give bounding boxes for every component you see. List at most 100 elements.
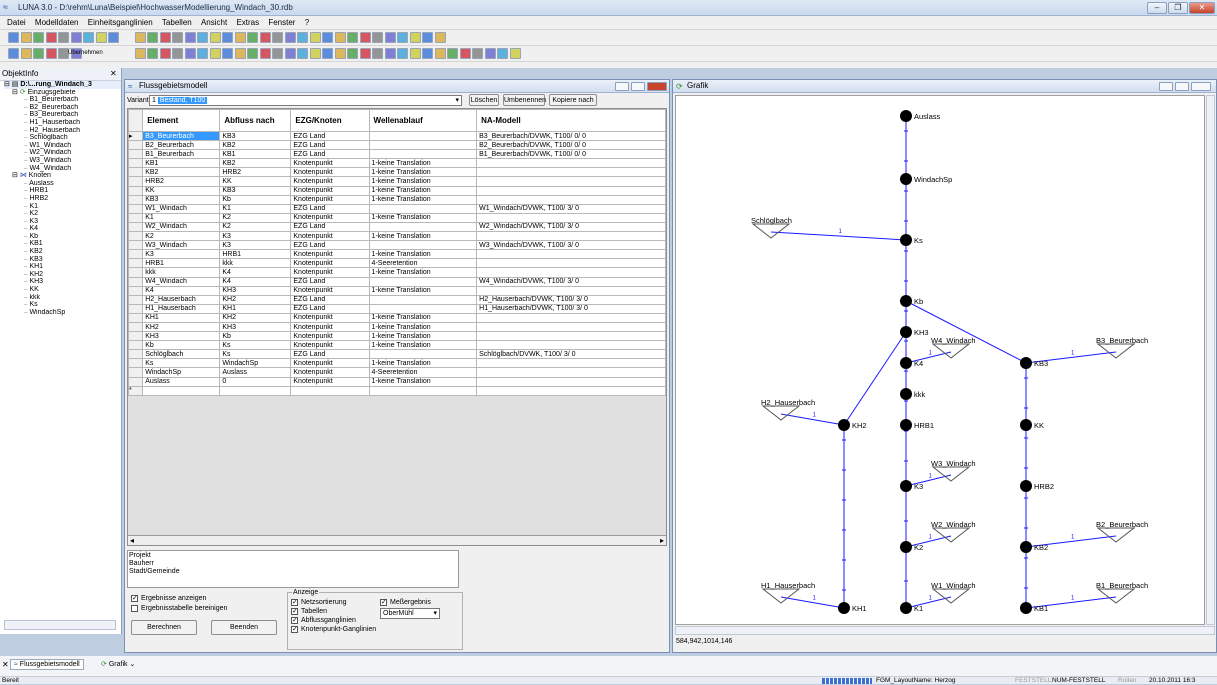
toolbar-tool-icon[interactable] — [384, 32, 396, 43]
grafik-hscrollbar[interactable] — [675, 626, 1215, 635]
table-cell[interactable]: K2 — [219, 212, 292, 223]
table-row[interactable]: W1_Windach K1 EZG Land W1_Windach/DVWK, T10… — [128, 203, 666, 214]
tree-group-einzugsgebiete[interactable]: ⊟ ⟳ Einzugsgebiete — [4, 89, 121, 97]
table-cell[interactable] — [476, 167, 666, 178]
berechnen-button[interactable]: Berechnen — [131, 620, 197, 635]
table-cell[interactable]: Knotenpunkt — [290, 167, 370, 178]
table-cell[interactable]: 1-keine Translation — [368, 285, 478, 296]
table-cell[interactable]: Ks — [142, 358, 221, 369]
network-node[interactable] — [1020, 357, 1032, 369]
toolbar-tool-icon[interactable] — [422, 32, 433, 43]
tree-root[interactable]: ⊟ ▤ D:\...rung_Windach_3 — [4, 81, 121, 89]
table-cell[interactable]: Knotenpunkt — [290, 367, 370, 378]
table-cell[interactable]: 4-Seeretention — [368, 258, 478, 269]
table-cell[interactable]: 1-keine Translation — [368, 331, 478, 342]
toolbar-tool-icon[interactable] — [297, 32, 308, 43]
table-cell[interactable]: EZG Land — [290, 140, 370, 151]
toolbar-tool-icon[interactable] — [147, 48, 158, 59]
catchment-triangle-icon[interactable] — [761, 588, 801, 604]
toolbar-tool-icon[interactable] — [422, 48, 433, 59]
table-row[interactable]: H2_Hauserbach KH2 EZG Land H2_Hauserbach/DV… — [128, 294, 666, 305]
table-cell[interactable]: KB3 — [219, 130, 292, 142]
catchment-triangle-icon[interactable] — [1096, 588, 1136, 604]
table-cell[interactable]: Knotenpunkt — [290, 376, 370, 387]
toolbar-tool-icon[interactable] — [108, 32, 119, 43]
tree-item-knoten[interactable]: ⎯ K2 — [4, 210, 121, 218]
ergebnisse-anzeigen-checkbox[interactable]: ✓ Ergebnisse anzeigen — [131, 594, 227, 604]
tree-item-knoten[interactable]: ⎯ WindachSp — [4, 309, 121, 317]
toolbar-tool-icon[interactable] — [58, 32, 69, 43]
menu-einheitsganglinien[interactable]: Einheitsganglinien — [88, 16, 153, 29]
table-cell[interactable]: HRB2 — [219, 167, 292, 178]
toolbar-tool-icon[interactable] — [334, 32, 346, 43]
row-header[interactable] — [128, 267, 144, 278]
table-cell[interactable]: Kb — [142, 340, 221, 351]
row-header[interactable] — [128, 240, 144, 251]
minimize-button[interactable]: – — [1147, 2, 1167, 14]
table-cell[interactable]: Knotenpunkt — [290, 185, 370, 196]
toolbar-tool-icon[interactable] — [159, 48, 171, 59]
tree-item-knoten[interactable]: ⎯ Kb — [4, 233, 121, 241]
table-cell[interactable]: K4 — [219, 276, 292, 287]
toolbar-tool-icon[interactable] — [184, 32, 196, 43]
table-cell[interactable]: 1-keine Translation — [368, 212, 478, 223]
toolbar-tool-icon[interactable] — [209, 32, 221, 43]
tab-grafik[interactable]: ⟳ Grafik ⌄ — [98, 659, 138, 669]
grid-hscrollbar[interactable]: ◂ ▸ — [128, 535, 666, 545]
table-cell[interactable]: KB3 — [219, 185, 292, 196]
row-header[interactable] — [128, 258, 144, 269]
table-cell[interactable]: EZG Land — [290, 130, 370, 142]
table-cell[interactable]: KH2 — [142, 321, 221, 333]
tree-item-ezg[interactable]: ⎯ B3_Beurerbach — [4, 111, 121, 119]
table-cell[interactable] — [476, 185, 666, 196]
table-cell[interactable]: K4 — [219, 267, 292, 278]
catchment-triangle-icon[interactable] — [931, 588, 971, 604]
table-cell[interactable]: KB3 — [142, 194, 221, 205]
toolbar-tool-icon[interactable] — [397, 32, 408, 43]
toolbar-tool-icon[interactable] — [33, 32, 44, 43]
table-cell[interactable]: KH3 — [219, 285, 292, 296]
toolbar-tool-icon[interactable] — [95, 32, 107, 43]
table-cell[interactable]: K2 — [219, 221, 292, 233]
toolbar-tool-icon[interactable] — [409, 48, 421, 59]
network-node[interactable] — [900, 173, 912, 185]
table-cell[interactable] — [476, 285, 666, 296]
table-row[interactable]: KH2 KH3 Knotenpunkt 1-keine Translation — [128, 321, 666, 333]
tree-item-knoten[interactable]: ⎯ Auslass — [4, 180, 121, 188]
catchment-triangle-icon[interactable] — [1096, 343, 1136, 359]
network-node[interactable] — [838, 419, 850, 431]
toolbar-tool-icon[interactable] — [134, 32, 146, 43]
row-header[interactable] — [128, 158, 144, 169]
tree-item-ezg[interactable]: ⎯ B2_Beurerbach — [4, 104, 121, 112]
table-row[interactable]: B2_Beurerbach KB2 EZG Land B2_Beurerbach/DV… — [128, 140, 666, 151]
toolbar-tool-icon[interactable] — [397, 48, 408, 59]
toolbar-tool-icon[interactable] — [45, 32, 57, 43]
ergebnisstabelle-bereinigen-checkbox[interactable]: Ergebnisstabelle bereinigen — [131, 604, 227, 614]
umbenennen-button[interactable]: Umbenennen — [503, 94, 546, 106]
tree-item-ezg[interactable]: ⎯ B1_Beurerbach — [4, 96, 121, 104]
row-header[interactable] — [128, 349, 144, 360]
toolbar-tool-icon[interactable] — [20, 32, 32, 43]
toolbar-tool-icon[interactable] — [33, 48, 44, 59]
row-header[interactable] — [128, 221, 144, 233]
network-node[interactable] — [900, 295, 912, 307]
toolbar-tool-icon[interactable] — [309, 48, 321, 59]
table-cell[interactable]: H2_Hauserbach/DVWK, T100/ 3/ 0 — [476, 294, 666, 305]
table-row[interactable]: KB3 Kb Knotenpunkt 1-keine Translation — [128, 194, 666, 205]
table-row[interactable]: ▸ B3_Beurerbach KB3 EZG Land B3_Beurerbach/D… — [128, 130, 666, 142]
table-cell[interactable]: KH1 — [142, 312, 221, 323]
table-row[interactable]: W2_Windach K2 EZG Land W2_Windach/DVWK, T10… — [128, 221, 666, 233]
table-row[interactable]: KH1 KH2 Knotenpunkt 1-keine Translation — [128, 312, 666, 323]
table-cell[interactable]: WindachSp — [219, 358, 292, 369]
network-node[interactable] — [1020, 419, 1032, 431]
table-row[interactable]: W3_Windach K3 EZG Land W3_Windach/DVWK, T10… — [128, 240, 666, 251]
table-row[interactable]: Ks WindachSp Knotenpunkt 1-keine Translatio… — [128, 358, 666, 369]
toolbar-tool-icon[interactable] — [45, 48, 57, 59]
table-cell[interactable]: 1-keine Translation — [368, 340, 478, 351]
toolbar-tool-icon[interactable] — [372, 48, 383, 59]
toolbar-tool-icon[interactable] — [234, 32, 246, 43]
table-cell[interactable]: KB1 — [142, 158, 221, 169]
table-cell[interactable]: Schlöglbach/DVWK, T100/ 3/ 0 — [476, 349, 666, 360]
catchment-triangle-icon[interactable] — [1096, 527, 1136, 543]
toolbar-tool-icon[interactable] — [284, 48, 296, 59]
